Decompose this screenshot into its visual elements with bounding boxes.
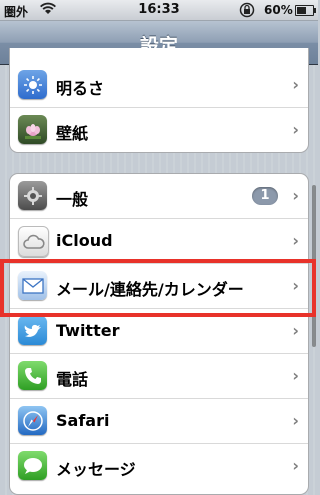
chevron-right-icon: ›: [292, 231, 299, 250]
chevron-right-icon: ›: [292, 411, 299, 430]
highlight-box: [0, 259, 316, 317]
row-label: 明るさ: [56, 79, 105, 98]
battery-icon: [295, 5, 316, 16]
row-wallpaper[interactable]: 壁紙 ›: [10, 108, 308, 152]
phone-icon: [18, 361, 47, 390]
chevron-right-icon: ›: [292, 75, 299, 94]
row-label: メッセージ: [56, 460, 136, 479]
compass-icon: [18, 406, 47, 435]
cloud-icon: [18, 226, 49, 257]
update-badge: 1: [252, 187, 278, 205]
rotation-lock-icon: [239, 2, 255, 21]
row-brightness[interactable]: 明るさ ›: [10, 63, 308, 108]
chevron-right-icon: ›: [292, 456, 299, 475]
chevron-right-icon: ›: [292, 120, 299, 139]
row-label: iCloud: [56, 231, 113, 250]
gear-icon: [18, 181, 47, 210]
settings-group-main: 一般 1 › iCloud › メール/連絡先/カレンダー › Twitter …: [9, 173, 309, 495]
row-label: 壁紙: [56, 124, 89, 143]
brightness-icon: [18, 70, 47, 99]
battery-fill: [297, 7, 306, 14]
chevron-right-icon: ›: [292, 321, 299, 340]
chevron-right-icon: ›: [292, 186, 299, 205]
battery-percent: 60%: [264, 3, 293, 17]
settings-group-display: 明るさ › 壁紙 ›: [9, 48, 309, 153]
row-label: Twitter: [56, 321, 120, 340]
chevron-right-icon: ›: [292, 366, 299, 385]
row-label: 一般: [56, 190, 89, 209]
row-icloud[interactable]: iCloud ›: [10, 219, 308, 264]
wallpaper-icon: [18, 115, 47, 144]
row-safari[interactable]: Safari ›: [10, 399, 308, 444]
row-general[interactable]: 一般 1 ›: [10, 174, 308, 219]
row-messages[interactable]: メッセージ ›: [10, 444, 308, 488]
row-label: 電話: [56, 370, 89, 389]
status-bar: 圏外 16:33 60%: [0, 0, 318, 21]
row-label: Safari: [56, 411, 110, 430]
twitter-bird-icon: [18, 316, 47, 345]
row-phone[interactable]: 電話 ›: [10, 354, 308, 399]
